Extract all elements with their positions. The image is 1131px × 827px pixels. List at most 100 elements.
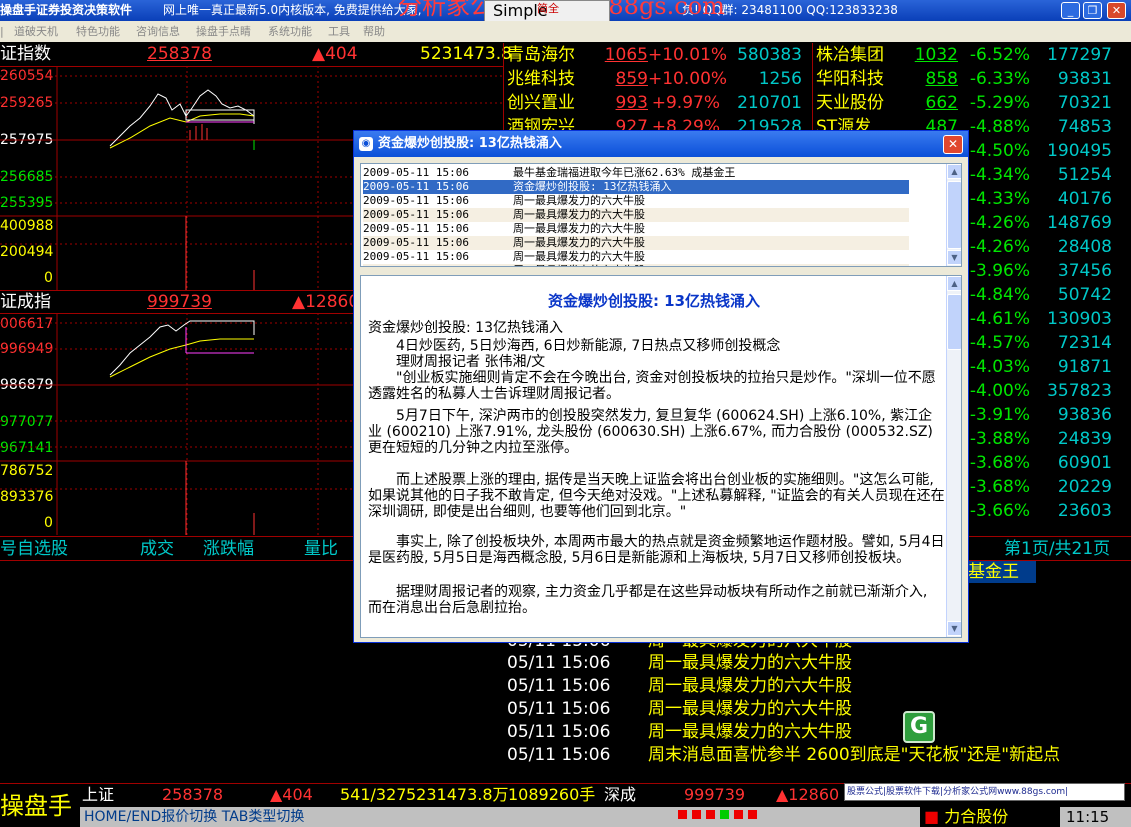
headline-title: 最牛基金瑞福进取今年已涨62.63% 成基金王 [513,166,736,179]
key-hint: HOME/END报价切换 TAB类型切换 [84,809,305,825]
menu-bar: | 道破天机 特色功能 咨询信息 操盘手点睛 系统功能 工具 帮助 [0,21,1131,42]
sz-panel-price: 999739 [147,292,212,312]
sz-panel-title: 证成指 [0,292,51,312]
g-logo-icon[interactable]: G [903,711,935,743]
dialog-titlebar[interactable]: ◉ 资金爆炒创投股: 13亿热钱涌入 ✕ [354,131,968,157]
headline-date: 2009-05-11 15:06 [363,194,469,207]
article-paragraph: 事实上, 除了创投板块外, 本周两市最大的热点就是资金频繁地运作题材股。譬如, … [368,534,945,566]
pager-label[interactable]: 第1页/共21页 [1004,538,1110,560]
news-title[interactable]: 周末消息面喜忧参半 2600到底是"天花板"还是"新起点 [648,744,1128,767]
stock-price: 1032 [914,45,958,65]
minimize-button[interactable]: _ [1061,2,1080,19]
close-button[interactable]: ✕ [1107,2,1126,19]
stock-volume: 177297 [1047,45,1112,65]
dialog-close-button[interactable]: ✕ [943,135,963,154]
stock-name[interactable]: 华阳科技 [816,67,884,91]
sh-price: 258378 [162,785,224,804]
scroll-down-icon[interactable]: ▼ [947,250,961,265]
red-dot-icon [692,810,701,819]
menu-item-6[interactable]: 工具 [328,21,350,42]
window-titlebar: 操盘手证券投资决策软件 网上唯一真正最新5.0内核版本, 免费提供给大家, 负!… [0,0,1131,21]
headline-title: 周一最具爆发力的六大牛股 [513,222,645,235]
red-dot-icon [678,810,687,819]
menu-item-4[interactable]: 操盘手点睛 [196,21,251,42]
headline-row[interactable]: 2009-05-11 15:06 周一最具爆发力的六大牛股 [363,264,909,266]
news-title[interactable]: 周一最具爆发力的六大牛股 [648,675,852,698]
tab-volume-ratio[interactable]: 量比 [304,538,338,560]
article-paragraph: 而上述股票上涨的理由, 据传是当天晚上证监会将出台创业板的实施细则。"这怎么可能… [368,472,945,520]
stock-volume: 130903 [1047,309,1112,329]
headline-title: 周一最具爆发力的六大牛股 [513,264,645,266]
green-dot-icon [720,810,729,819]
headline-scrollbar[interactable]: ▲ ▼ [946,164,961,266]
stock-volume: 50742 [1057,285,1112,305]
stock-name[interactable]: 青岛海尔 [507,43,575,67]
stock-name[interactable]: 天业股份 [816,91,884,115]
red-dot-icon [748,810,757,819]
scroll-up-icon[interactable]: ▲ [947,164,961,179]
menu-item-2[interactable]: 特色功能 [76,21,120,42]
article-paragraph: 资金爆炒创投股: 13亿热钱涌入 [368,320,563,336]
sh-hand: 1089260手 [508,785,596,804]
news-fragment[interactable]: 基金王 [960,561,1036,583]
scroll-up-icon[interactable]: ▲ [947,276,961,291]
sh-amount: 5231473.8万 [406,785,509,804]
stock-volume: 24839 [1057,429,1112,449]
headline-title: 周一最具爆发力的六大牛股 [513,236,645,249]
stock-volume: 210701 [737,93,802,113]
tab-trades[interactable]: 成交 [140,538,174,560]
ticker-dot-icon: ■ [924,807,945,826]
maximize-button[interactable]: ❐ [1083,2,1102,19]
menu-item-3[interactable]: 咨询信息 [136,21,180,42]
news-title[interactable]: 周一最具爆发力的六大牛股 [648,721,852,744]
article-pane: 资金爆炒创投股: 13亿热钱涌入 资金爆炒创投股: 13亿热钱涌入 4日炒医药,… [360,275,962,638]
ticker-stock: 力合股份 [944,807,1009,826]
headline-row[interactable]: 2009-05-11 15:06 周一最具爆发力的六大牛股 [363,236,909,250]
title-slogan: 网上唯一真正最新5.0内核版本, 免费提供给大家, [163,3,422,17]
input-method-box[interactable]: Simple 简全 [484,0,610,21]
news-time: 05/11 15:06 [507,745,611,765]
stock-pct: -6.52% [969,45,1030,65]
tab-watchlist[interactable]: 号自选股 [0,538,68,560]
scroll-thumb[interactable] [947,294,961,350]
headline-list: 2009-05-11 15:06 最牛基金瑞福进取今年已涨62.63% 成基金王 2… [360,163,962,267]
scroll-thumb[interactable] [947,181,961,249]
stock-volume: 23603 [1057,501,1112,521]
article-scrollbar[interactable]: ▲ ▼ [946,276,961,637]
scroll-down-icon[interactable]: ▼ [947,621,961,636]
news-time: 05/11 15:06 [507,653,611,673]
clock: 11:15 [1066,808,1110,826]
article-paragraph: 理财周报记者 张伟湘/文 [368,354,546,370]
price-line [109,320,255,376]
stock-volume: 40176 [1057,189,1112,209]
menu-item-7[interactable]: 帮助 [363,21,385,42]
average-line [109,338,254,378]
news-title[interactable]: 周一最具爆发力的六大牛股 [648,698,852,721]
stock-name[interactable]: 株冶集团 [816,43,884,67]
sh-change: ▲404 [270,785,313,804]
stock-pct: -5.29% [969,93,1030,113]
headline-row[interactable]: 2009-05-11 15:06 周一最具爆发力的六大牛股 [363,208,909,222]
close-icon: ✕ [1111,4,1122,17]
stock-volume: 93831 [1057,69,1112,89]
headline-title: 周一最具爆发力的六大牛股 [513,194,645,207]
stock-name[interactable]: 兆维科技 [507,67,575,91]
headline-row[interactable]: 2009-05-11 15:06 资金爆炒创投股: 13亿热钱涌入 [363,180,909,194]
headline-title: 周一最具爆发力的六大牛股 [513,250,645,263]
article-paragraph: 4日炒医药, 5日炒海西, 6日炒新能源, 7日热点又移师创投概念 [368,338,781,354]
stock-volume: 28408 [1057,237,1112,257]
stock-volume: 93836 [1057,405,1112,425]
menu-item-1[interactable]: 道破天机 [14,21,58,42]
tab-change-rate[interactable]: 涨跌幅 [203,538,254,560]
brand-label: 操盘手 [0,792,72,820]
sz-change: ▲12860 [776,785,840,804]
stock-name[interactable]: 创兴置业 [507,91,575,115]
app-icon: ◉ [359,137,373,151]
headline-date: 2009-05-11 15:06 [363,236,469,249]
menu-item-5[interactable]: 系统功能 [268,21,312,42]
ad-banner[interactable]: 股票公式|股票软件下载|分析家公式网www.88gs.com| [844,783,1125,801]
bottom-strip: HOME/END报价切换 TAB类型切换 ■ 力合股份 11:15 [80,807,1131,827]
article-heading: 资金爆炒创投股: 13亿热钱涌入 [547,292,761,310]
news-title[interactable]: 周一最具爆发力的六大牛股 [648,652,852,675]
stock-price: 993 [615,93,648,113]
